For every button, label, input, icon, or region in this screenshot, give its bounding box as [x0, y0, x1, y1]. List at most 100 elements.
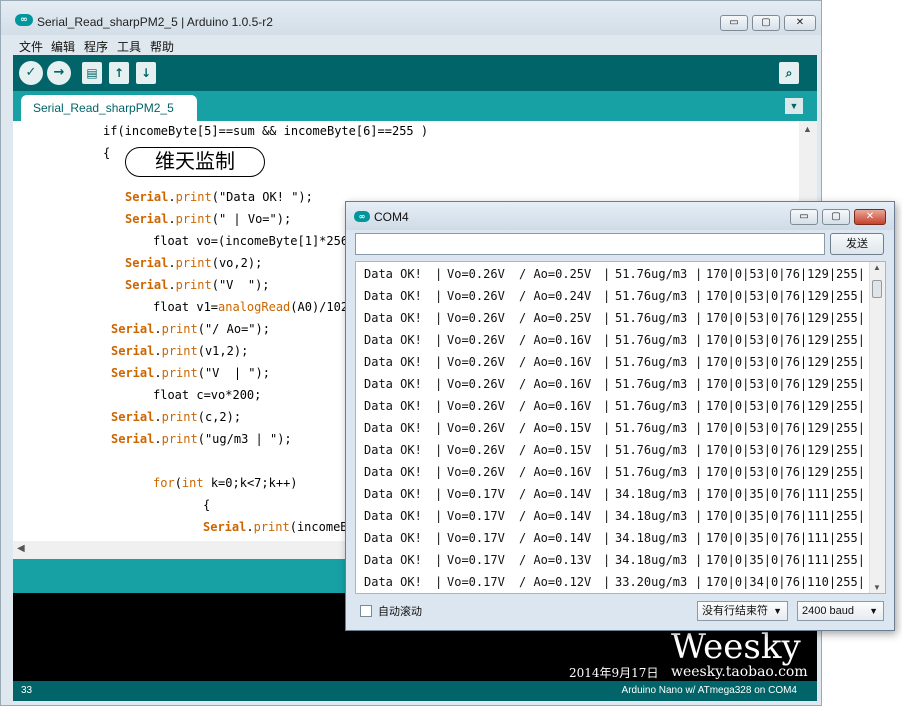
code-token: (v1,2);: [197, 344, 249, 358]
code-token: .: [154, 322, 162, 336]
baud-rate-value: 2400 baud: [802, 605, 854, 617]
serial-output-field: |: [603, 311, 611, 325]
code-token: (c,2);: [197, 410, 242, 424]
code-token: ("V ");: [211, 278, 270, 292]
serial-output-field: Data OK!: [364, 399, 422, 413]
serial-output-field: |: [695, 443, 703, 457]
menu-help[interactable]: 帮助: [150, 38, 174, 55]
serial-output-field: Vo=0.26V: [447, 443, 505, 457]
serial-output-field: |: [695, 399, 703, 413]
serial-output-field: / Ao=0.15V: [519, 443, 592, 457]
serial-output-field: / Ao=0.12V: [519, 575, 592, 589]
serial-output-field: |: [435, 531, 443, 545]
send-button[interactable]: 发送: [830, 233, 884, 255]
scroll-left-icon[interactable]: ◀: [17, 543, 25, 554]
maximize-button[interactable]: ▢: [752, 15, 780, 31]
code-token: Serial: [125, 212, 169, 226]
line-ending-value: 没有行结束符: [702, 605, 768, 617]
serial-output-field: 33.20ug/m3: [615, 575, 688, 589]
serial-output-field: |: [435, 311, 443, 325]
code-token: Serial: [125, 278, 169, 292]
serial-output-line: Data OK! | Vo=0.17V / Ao=0.12V | 33.20ug/m3 | 1…: [364, 571, 884, 593]
code-line: Serial.print("/ Ao=");: [111, 322, 270, 336]
code-token: Serial: [111, 344, 155, 358]
send-input[interactable]: [355, 233, 825, 255]
code-token: float vo=(incomeByte[1]*256.: [153, 234, 356, 248]
serial-output-field: |: [603, 421, 611, 435]
serial-output-field: |: [435, 487, 443, 501]
serial-output-line: Data OK! | Vo=0.26V / Ao=0.16V | 51.76ug/m3 | 1…: [364, 329, 884, 351]
serial-output-field: |: [695, 421, 703, 435]
code-line: {: [103, 146, 110, 160]
upload-icon[interactable]: →: [47, 61, 71, 85]
code-token: print: [175, 256, 212, 270]
arduino-logo-icon: ∞: [354, 211, 370, 222]
serial-output-field: |: [695, 553, 703, 567]
serial-output-field: 51.76ug/m3: [615, 465, 688, 479]
serial-output-field: 170|0|53|0|76|129|255|: [706, 443, 865, 457]
autoscroll-checkbox[interactable]: [360, 605, 372, 617]
serial-output-field: Data OK!: [364, 531, 422, 545]
serial-output-field: |: [603, 553, 611, 567]
code-line: Serial.print(vo,2);: [125, 256, 262, 270]
line-ending-select[interactable]: 没有行结束符 ▼: [697, 601, 788, 621]
new-sketch-icon[interactable]: ▤: [82, 62, 102, 84]
send-text-field[interactable]: [356, 234, 824, 254]
serial-output-line: Data OK! | Vo=0.17V / Ao=0.13V | 34.18ug/m3 | 1…: [364, 549, 884, 571]
serial-monitor-titlebar: ∞ COM4 ▭ ▢ ✕: [346, 202, 894, 230]
scroll-up-icon[interactable]: ▲: [803, 124, 812, 134]
close-button[interactable]: ✕: [784, 15, 816, 31]
baud-rate-select[interactable]: 2400 baud ▼: [797, 601, 884, 621]
maximize-button[interactable]: ▢: [822, 209, 850, 225]
serial-output-field: 170|0|35|0|76|111|255|: [706, 553, 865, 567]
serial-output-field: |: [695, 355, 703, 369]
close-button[interactable]: ✕: [854, 209, 886, 225]
tab-menu-icon[interactable]: ▼: [785, 98, 803, 114]
serial-output[interactable]: ▲ ▼ Data OK! | Vo=0.26V / Ao=0.25V | 51.76ug/…: [355, 261, 886, 594]
code-token: .: [168, 278, 176, 292]
minimize-button[interactable]: ▭: [720, 15, 748, 31]
serial-output-field: Data OK!: [364, 377, 422, 391]
code-token: float c=vo*200;: [153, 388, 262, 402]
code-token: (vo,2);: [211, 256, 263, 270]
open-sketch-icon[interactable]: ↑: [109, 62, 129, 84]
serial-output-field: Vo=0.17V: [447, 553, 505, 567]
tab-sketch[interactable]: Serial_Read_sharpPM2_5: [21, 95, 197, 121]
serial-output-field: |: [603, 509, 611, 523]
code-token: (incomeB: [289, 520, 348, 534]
code-token: ("/ Ao=");: [197, 322, 270, 336]
minimize-button[interactable]: ▭: [790, 209, 818, 225]
serial-output-field: Vo=0.26V: [447, 267, 505, 281]
toolbar: ✓ → ▤ ↑ ↓ ⌕: [13, 55, 817, 91]
serial-output-field: 170|0|35|0|76|111|255|: [706, 509, 865, 523]
menu-edit[interactable]: 编辑: [51, 38, 75, 55]
serial-monitor-title: COM4: [374, 210, 409, 224]
code-token: Serial: [111, 366, 155, 380]
verify-icon[interactable]: ✓: [19, 61, 43, 85]
serial-output-field: / Ao=0.16V: [519, 465, 592, 479]
serial-output-field: 170|0|53|0|76|129|255|: [706, 311, 865, 325]
serial-output-field: 170|0|53|0|76|129|255|: [706, 421, 865, 435]
menu-file[interactable]: 文件: [19, 38, 43, 55]
serial-output-field: 170|0|34|0|76|110|255|: [706, 575, 865, 589]
stamp-overlay: 维天监制: [125, 147, 265, 177]
serial-output-field: |: [603, 399, 611, 413]
menu-tools[interactable]: 工具: [117, 38, 141, 55]
code-token: Serial: [111, 432, 155, 446]
code-line: Serial.print("V | ");: [111, 366, 270, 380]
serial-output-field: |: [435, 421, 443, 435]
serial-output-field: 34.18ug/m3: [615, 531, 688, 545]
watermark-date: 2014年9月17日: [569, 666, 659, 680]
save-sketch-icon[interactable]: ↓: [136, 62, 156, 84]
menu-sketch[interactable]: 程序: [84, 38, 108, 55]
code-token: print: [161, 410, 198, 424]
serial-output-field: Data OK!: [364, 333, 422, 347]
serial-monitor-icon[interactable]: ⌕: [779, 62, 799, 84]
serial-output-line: Data OK! | Vo=0.26V / Ao=0.25V | 51.76ug/m3 | 1…: [364, 263, 884, 285]
watermark-brand: Weesky: [671, 627, 801, 667]
code-token: analogRead: [218, 300, 291, 314]
serial-output-field: Data OK!: [364, 465, 422, 479]
serial-output-field: |: [603, 377, 611, 391]
serial-output-line: Data OK! | Vo=0.17V / Ao=0.14V | 34.18ug/m3 | 1…: [364, 483, 884, 505]
code-token: Serial: [111, 322, 155, 336]
